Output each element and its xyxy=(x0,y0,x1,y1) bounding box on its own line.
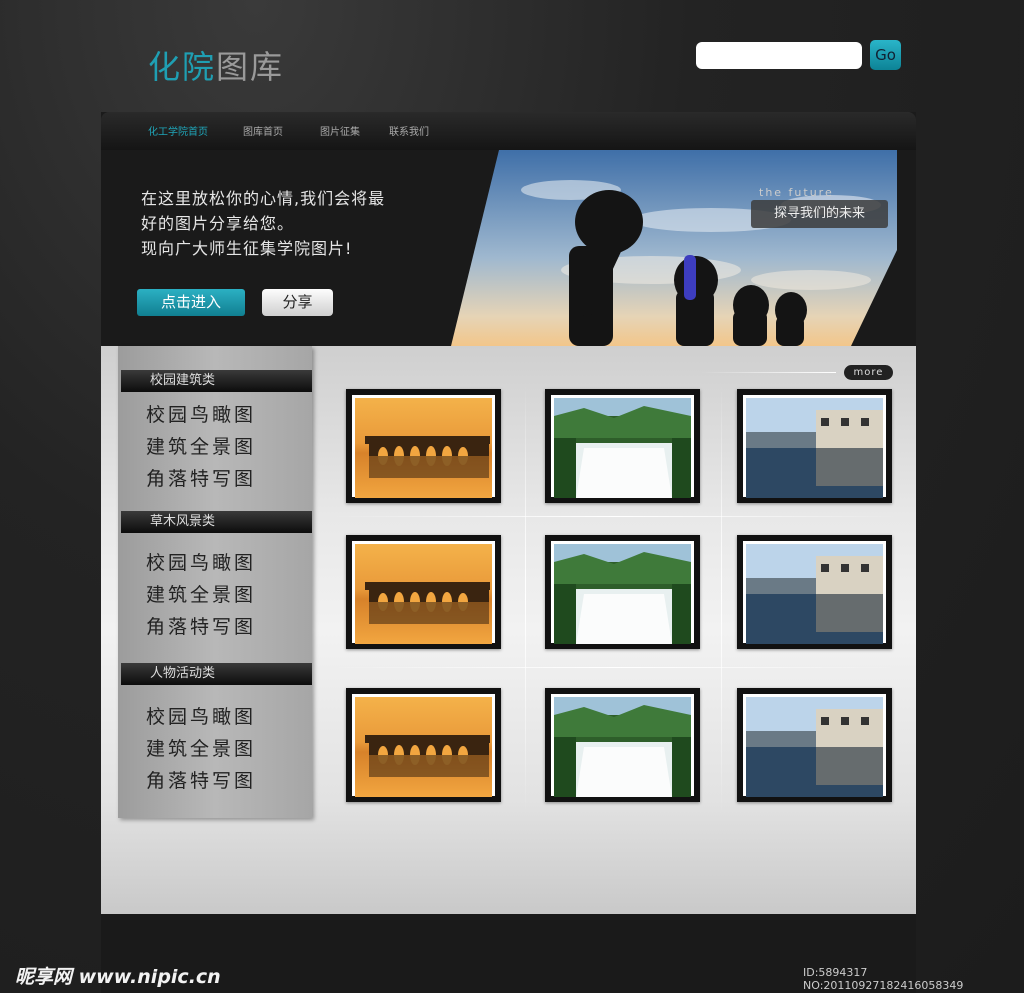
future-tagline[interactable]: 探寻我们的未来 xyxy=(751,200,888,228)
category-link-closeup[interactable]: 角落特写图 xyxy=(146,464,256,491)
bridge-sunset-photo xyxy=(352,541,495,644)
site-watermark: 昵享网 www.nipic.cn xyxy=(15,966,221,988)
gallery-thumbnail[interactable] xyxy=(346,535,501,649)
category-link-panorama[interactable]: 建筑全景图 xyxy=(146,734,256,761)
category-title-scenery[interactable]: 草木风景类 xyxy=(121,511,312,533)
bridge-sunset-photo xyxy=(352,694,495,797)
category-link-closeup[interactable]: 角落特写图 xyxy=(146,766,256,793)
nav-item-gallery-home[interactable]: 图库首页 xyxy=(243,112,283,154)
search-go-button[interactable]: Go xyxy=(870,40,901,70)
share-button[interactable]: 分享 xyxy=(262,289,333,316)
logo-part1: 化院 xyxy=(148,48,217,86)
future-label: the future xyxy=(759,186,834,199)
category-link-aerial[interactable]: 校园鸟瞰图 xyxy=(146,400,256,427)
more-button[interactable]: more xyxy=(844,365,893,380)
grid-divider xyxy=(330,516,900,517)
grid-divider xyxy=(721,384,722,814)
hikers-sky-photo xyxy=(451,150,897,346)
category-link-panorama[interactable]: 建筑全景图 xyxy=(146,580,256,607)
banner-line-3: 现向广大师生征集学院图片! xyxy=(141,239,353,258)
village-reflection-photo xyxy=(743,694,886,797)
logo[interactable]: 化院图库 xyxy=(148,42,284,88)
more-divider xyxy=(700,372,836,373)
category-link-aerial[interactable]: 校园鸟瞰图 xyxy=(146,548,256,575)
waterfall-photo xyxy=(551,395,694,498)
enter-button[interactable]: 点击进入 xyxy=(137,289,245,316)
bridge-sunset-photo xyxy=(352,395,495,498)
main-nav: 化工学院首页 图库首页 图片征集 联系我们 xyxy=(101,112,916,150)
search-input[interactable] xyxy=(696,42,862,69)
banner-line-2: 好的图片分享给您。 xyxy=(141,214,295,233)
category-link-aerial[interactable]: 校园鸟瞰图 xyxy=(146,702,256,729)
gallery-thumbnail[interactable] xyxy=(545,688,700,802)
waterfall-photo xyxy=(551,541,694,644)
image-id-label: ID:5894317 NO:20110927182416058349 xyxy=(803,966,964,992)
banner-text: 在这里放松你的心情,我们会将最 好的图片分享给您。 现向广大师生征集学院图片! xyxy=(141,186,385,261)
gallery-thumbnail[interactable] xyxy=(737,688,892,802)
gallery-thumbnail[interactable] xyxy=(545,389,700,503)
village-reflection-photo xyxy=(743,395,886,498)
gallery-thumbnail[interactable] xyxy=(346,688,501,802)
banner-line-1: 在这里放松你的心情,我们会将最 xyxy=(141,189,386,208)
category-link-closeup[interactable]: 角落特写图 xyxy=(146,612,256,639)
content-footer-band xyxy=(101,914,916,993)
gallery-thumbnail[interactable] xyxy=(737,535,892,649)
village-reflection-photo xyxy=(743,541,886,644)
category-title-architecture[interactable]: 校园建筑类 xyxy=(121,370,312,392)
waterfall-photo xyxy=(551,694,694,797)
logo-part2: 图库 xyxy=(216,48,285,86)
category-link-panorama[interactable]: 建筑全景图 xyxy=(146,432,256,459)
grid-divider xyxy=(525,384,526,814)
category-title-activities[interactable]: 人物活动类 xyxy=(121,663,312,685)
gallery-thumbnail[interactable] xyxy=(346,389,501,503)
nav-item-photo-call[interactable]: 图片征集 xyxy=(320,112,360,154)
grid-divider xyxy=(330,667,900,668)
nav-item-contact[interactable]: 联系我们 xyxy=(389,112,429,154)
nav-item-college-home[interactable]: 化工学院首页 xyxy=(148,112,208,154)
gallery-thumbnail[interactable] xyxy=(737,389,892,503)
hero-banner: 在这里放松你的心情,我们会将最 好的图片分享给您。 现向广大师生征集学院图片! … xyxy=(101,150,916,346)
gallery-thumbnail[interactable] xyxy=(545,535,700,649)
